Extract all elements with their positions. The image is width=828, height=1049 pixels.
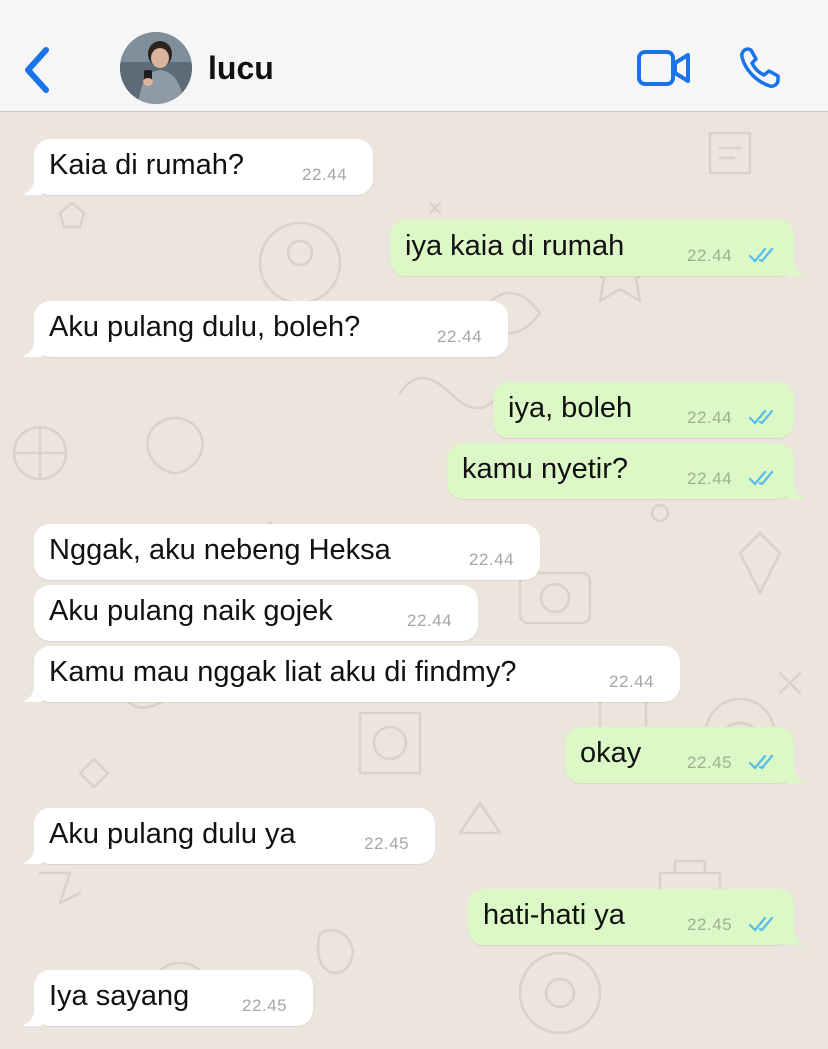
- message-bubble-outgoing[interactable]: iya kaia di rumah 22.44: [390, 220, 806, 276]
- message-time: 22.44: [469, 550, 515, 569]
- video-call-button[interactable]: [636, 48, 692, 88]
- message-bubble-incoming[interactable]: Iya sayang 22.45: [22, 970, 313, 1026]
- chevron-left-icon: [25, 47, 49, 93]
- message-time: 22.45: [364, 834, 410, 853]
- message-bubble-outgoing[interactable]: okay 22.45: [565, 727, 806, 783]
- message-time: 22.45: [687, 915, 733, 934]
- message-bubble-incoming[interactable]: Kamu mau nggak liat aku di findmy? 22.44: [22, 646, 680, 702]
- message-time: 22.44: [407, 611, 453, 630]
- message-bubble-incoming[interactable]: Aku pulang dulu, boleh? 22.44: [22, 301, 508, 357]
- message-text: Iya sayang: [49, 980, 190, 1012]
- message-bubble-outgoing[interactable]: kamu nyetir? 22.44: [447, 443, 806, 499]
- message-bubble-incoming[interactable]: Kaia di rumah? 22.44: [22, 139, 373, 195]
- contact-name[interactable]: lucu: [208, 50, 274, 87]
- back-button[interactable]: [18, 44, 58, 96]
- double-check-icon: [748, 409, 774, 425]
- message-text: Kaia di rumah?: [49, 149, 245, 181]
- message-bubble-incoming[interactable]: Aku pulang naik gojek 22.44: [34, 585, 478, 641]
- message-time: 22.45: [242, 996, 288, 1015]
- message-bubble-outgoing[interactable]: hati-hati ya 22.45: [468, 889, 806, 945]
- bubble-tail: [22, 682, 42, 702]
- double-check-icon: [748, 247, 774, 263]
- bubble-tail: [22, 1006, 42, 1026]
- video-camera-icon: [637, 50, 690, 86]
- message-text: iya, boleh: [508, 392, 633, 424]
- bubble-tail: [22, 844, 42, 864]
- bubble-tail: [786, 925, 806, 945]
- message-bubble-incoming[interactable]: Nggak, aku nebeng Heksa 22.44: [34, 524, 540, 580]
- bubble-tail: [786, 479, 806, 499]
- double-check-icon: [748, 470, 774, 486]
- voice-call-button[interactable]: [736, 44, 784, 92]
- message-text: Aku pulang dulu ya: [49, 818, 296, 850]
- bubble-tail: [786, 256, 806, 276]
- message-time: 22.44: [687, 246, 733, 265]
- message-time: 22.44: [687, 408, 733, 427]
- bubble-tail: [22, 337, 42, 357]
- message-bubble-incoming[interactable]: Aku pulang dulu ya 22.45: [22, 808, 435, 864]
- message-time: 22.44: [437, 327, 483, 346]
- double-check-icon: [748, 754, 774, 770]
- message-time: 22.45: [687, 753, 733, 772]
- double-check-icon: [748, 916, 774, 932]
- bubble-tail: [786, 763, 806, 783]
- message-bubble-outgoing[interactable]: iya, boleh 22.44: [493, 382, 794, 438]
- avatar-photo: [120, 32, 192, 104]
- bubble-tail: [22, 175, 42, 195]
- message-text: Kamu mau nggak liat aku di findmy?: [49, 656, 517, 688]
- message-text: okay: [580, 737, 642, 769]
- message-text: iya kaia di rumah: [405, 230, 625, 262]
- message-text: Aku pulang naik gojek: [49, 595, 333, 627]
- message-time: 22.44: [609, 672, 655, 691]
- chat-header: lucu: [0, 0, 828, 112]
- message-time: 22.44: [302, 165, 348, 184]
- message-text: kamu nyetir?: [462, 453, 629, 485]
- message-text: hati-hati ya: [483, 899, 625, 931]
- avatar[interactable]: [120, 32, 192, 104]
- phone-icon: [740, 47, 780, 88]
- message-text: Aku pulang dulu, boleh?: [49, 311, 361, 343]
- message-text: Nggak, aku nebeng Heksa: [49, 534, 391, 566]
- message-time: 22.44: [687, 469, 733, 488]
